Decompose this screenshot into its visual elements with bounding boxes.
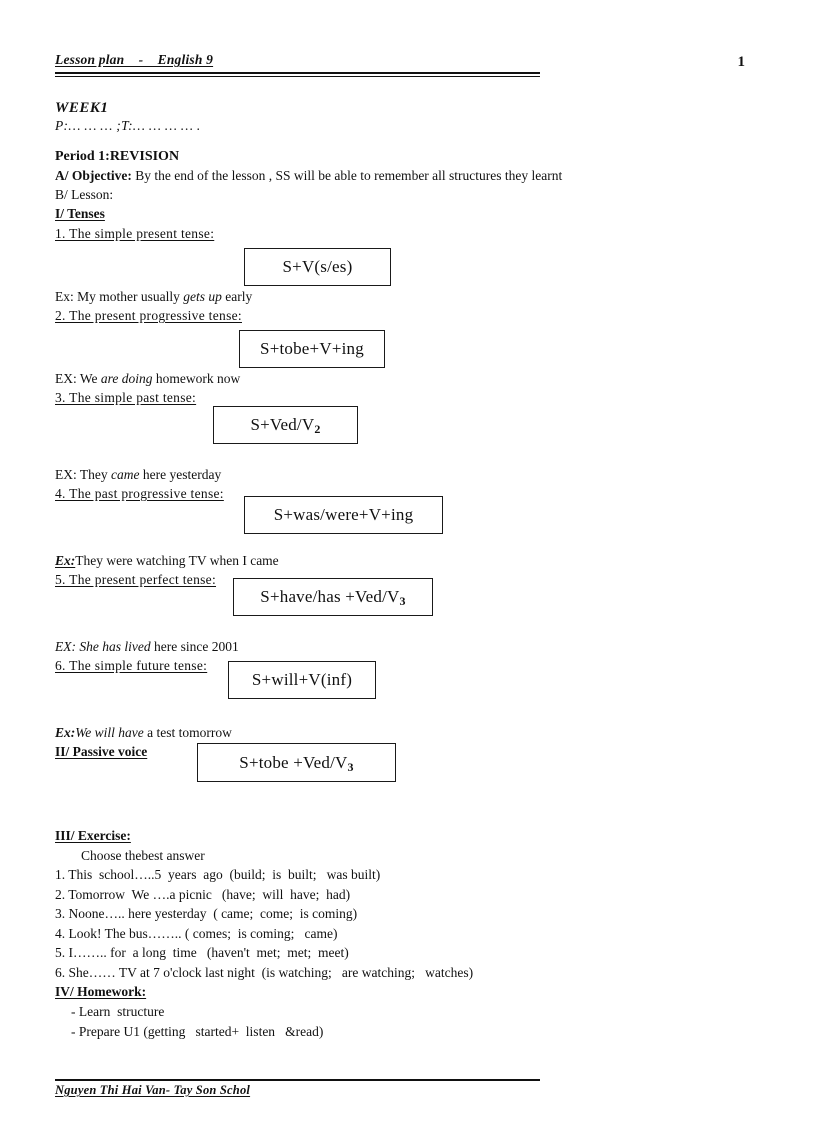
homework-item: - Prepare U1 (getting started+ listen &r… — [71, 1023, 324, 1039]
example-prefix: Ex: — [55, 553, 76, 568]
section-tenses-heading: I/ Tenses — [55, 206, 105, 221]
period-title: Period 1:REVISION — [55, 149, 180, 164]
objective-text: By the end of the lesson , SS will be ab… — [131, 168, 563, 183]
page-number: 1 — [737, 54, 746, 70]
exercise-question: 6. She…… TV at 7 o'clock last night (is … — [55, 964, 474, 980]
section-passive-heading: II/ Passive voice — [55, 744, 148, 759]
tense-example-5: EX: She has lived here since 2001 — [55, 637, 755, 656]
document-body: WEEK1 P:… … … ;T:… … … … . Period 1:REVI… — [55, 92, 755, 1041]
example-suffix: here yesterday — [139, 467, 222, 482]
exercise-question: 4. Look! The bus…….. ( comes; is coming;… — [55, 925, 338, 941]
tense-heading-5: 5. The present perfect tense: — [55, 572, 217, 587]
lesson-label: B/ Lesson: — [55, 187, 114, 202]
structure-box-passive-voice: S+tobe +Ved/V3 — [197, 743, 396, 782]
structure-box-past-progressive: S+was/were+V+ing — [244, 496, 443, 534]
tense-heading-2: 2. The present progressive tense: — [55, 308, 242, 323]
section-exercise-heading: III/ Exercise: — [55, 828, 131, 843]
tense-heading-6: 6. The simple future tense: — [55, 658, 208, 673]
header-rule — [55, 72, 540, 77]
structure-box-simple-past: S+Ved/V2 — [213, 406, 358, 444]
page-header: Lesson plan - English 9 1 — [55, 52, 746, 70]
exercise-question: 3. Noone….. here yesterday ( came; come;… — [55, 906, 358, 921]
example-prefix: EX: They — [55, 467, 111, 482]
example-suffix: homework now — [152, 371, 241, 386]
example-prefix: EX: We — [55, 371, 101, 386]
example-verb: are doing — [100, 371, 153, 386]
structure-text: S+tobe+V+ing — [260, 339, 364, 358]
exercise-instruction: Choose thebest answer — [81, 848, 205, 863]
tense-example-1: Ex: My mother usually gets up early — [55, 287, 755, 306]
tense-example-2: EX: We are doing homework now — [55, 369, 755, 388]
tense-example-4: Ex:They were watching TV when I came — [55, 551, 755, 570]
example-suffix: They were watching TV when I came — [75, 553, 279, 568]
tense-example-3: EX: They came here yesterday — [55, 465, 755, 484]
structure-text: S+was/were+V+ing — [273, 505, 414, 524]
structure-box-present-perfect: S+have/has +Ved/V3 — [233, 578, 433, 616]
structure-box-simple-future: S+will+V(inf) — [228, 661, 376, 699]
tense-heading-3: 3. The simple past tense: — [55, 390, 197, 405]
tense-heading-4: 4. The past progressive tense: — [55, 486, 224, 501]
footer-text: Nguyen Thi Hai Van- Tay Son Schol — [55, 1083, 251, 1097]
example-verb: We will have — [75, 725, 144, 740]
structure-box-simple-present: S+V(s/es) — [244, 248, 391, 286]
footer-rule — [55, 1079, 540, 1081]
example-suffix: a test tomorrow — [143, 725, 232, 740]
structure-text: S+V(s/es) — [282, 257, 353, 276]
example-verb: came — [111, 467, 140, 482]
example-suffix: early — [221, 289, 253, 304]
structure-text: S+tobe +Ved/V3 — [239, 752, 354, 774]
structure-box-present-progressive: S+tobe+V+ing — [239, 330, 385, 368]
period-teacher-line: P:… … … ;T:… … … … . — [55, 118, 201, 133]
structure-text: S+have/has +Ved/V3 — [260, 587, 406, 608]
example-prefix: Ex: My mother usually — [55, 289, 184, 304]
structure-text: S+will+V(inf) — [251, 670, 353, 689]
homework-item: - Learn structure — [71, 1004, 165, 1019]
week-label: WEEK1 — [55, 100, 109, 116]
example-prefix: EX: She — [55, 639, 103, 654]
tense-example-6: Ex:We will have a test tomorrow — [55, 723, 755, 742]
objective-label: A/ Objective: — [55, 168, 132, 183]
example-verb: has lived — [102, 639, 151, 654]
exercise-question: 1. This school…..5 years ago (build; is … — [55, 867, 381, 882]
structure-text: S+Ved/V2 — [250, 415, 321, 436]
objective-line: A/ Objective: By the end of the lesson ,… — [55, 166, 755, 185]
exercise-question: 2. Tomorrow We ….a picnic (have; will ha… — [55, 886, 351, 902]
tense-heading-1: 1. The simple present tense: — [55, 226, 215, 241]
document-page: Lesson plan - English 9 1 WEEK1 P:… … … … — [0, 0, 816, 1123]
header-title: Lesson plan - English 9 — [55, 52, 214, 67]
example-prefix: Ex: — [55, 725, 76, 740]
example-suffix: here since 2001 — [150, 639, 239, 654]
example-verb: gets up — [183, 289, 222, 304]
exercise-question: 5. I…….. for a long time (haven't met; m… — [55, 945, 349, 960]
section-homework-heading: IV/ Homework: — [55, 984, 147, 999]
